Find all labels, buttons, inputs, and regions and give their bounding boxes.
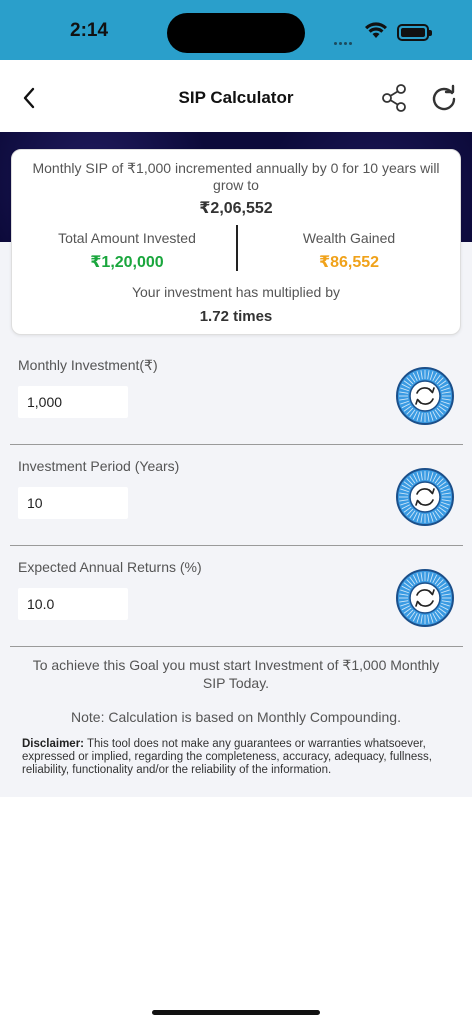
section-divider — [10, 444, 463, 445]
dynamic-island — [167, 13, 305, 53]
investment-period-dial[interactable] — [395, 467, 455, 527]
summary-text: Monthly SIP of ₹1,000 incremented annual… — [32, 160, 440, 193]
investment-period-label: Investment Period (Years) — [18, 458, 180, 474]
multiplied-label: Your investment has multiplied by — [131, 284, 341, 300]
home-indicator — [152, 1010, 320, 1015]
invested-value: ₹1,20,000 — [90, 254, 164, 271]
monthly-investment-dial[interactable] — [395, 366, 455, 426]
wifi-icon — [364, 21, 388, 44]
multiplied-value: 1.72 times — [199, 308, 273, 325]
annual-returns-dial[interactable] — [395, 568, 455, 628]
result-card: Monthly SIP of ₹1,000 incremented annual… — [11, 149, 461, 335]
monthly-investment-label: Monthly Investment(₹) — [18, 357, 158, 373]
investment-period-input[interactable] — [18, 487, 128, 519]
disclaimer: Disclaimer: This tool does not make any … — [22, 738, 450, 777]
annual-returns-label: Expected Annual Returns (%) — [18, 559, 202, 575]
rotate-dial-icon — [396, 569, 454, 627]
goal-text: To achieve this Goal you must start Inve… — [32, 657, 440, 691]
refresh-icon — [432, 84, 456, 111]
section-divider — [10, 545, 463, 546]
disclaimer-body: This tool does not make any guarantees o… — [22, 738, 432, 776]
status-bar: 2:14 — [0, 0, 472, 60]
wealth-value: ₹86,552 — [318, 254, 380, 271]
section-divider — [10, 646, 463, 647]
cellular-dots-icon — [334, 32, 354, 50]
share-icon — [382, 84, 406, 112]
disclaimer-title: Disclaimer: — [22, 738, 85, 750]
monthly-investment-input[interactable] — [18, 386, 128, 418]
rotate-dial-icon — [396, 367, 454, 425]
share-button[interactable] — [380, 83, 408, 113]
invested-label: Total Amount Invested — [58, 230, 196, 246]
note-text: Note: Calculation is based on Monthly Co… — [71, 709, 401, 725]
battery-icon — [397, 24, 432, 41]
rotate-dial-icon — [396, 468, 454, 526]
annual-returns-input[interactable] — [18, 588, 128, 620]
nav-bar: SIP Calculator — [0, 60, 472, 132]
status-time: 2:14 — [70, 20, 109, 41]
reset-button[interactable] — [430, 84, 458, 112]
maturity-value: ₹2,06,552 — [199, 200, 273, 217]
wealth-label: Wealth Gained — [302, 230, 396, 246]
